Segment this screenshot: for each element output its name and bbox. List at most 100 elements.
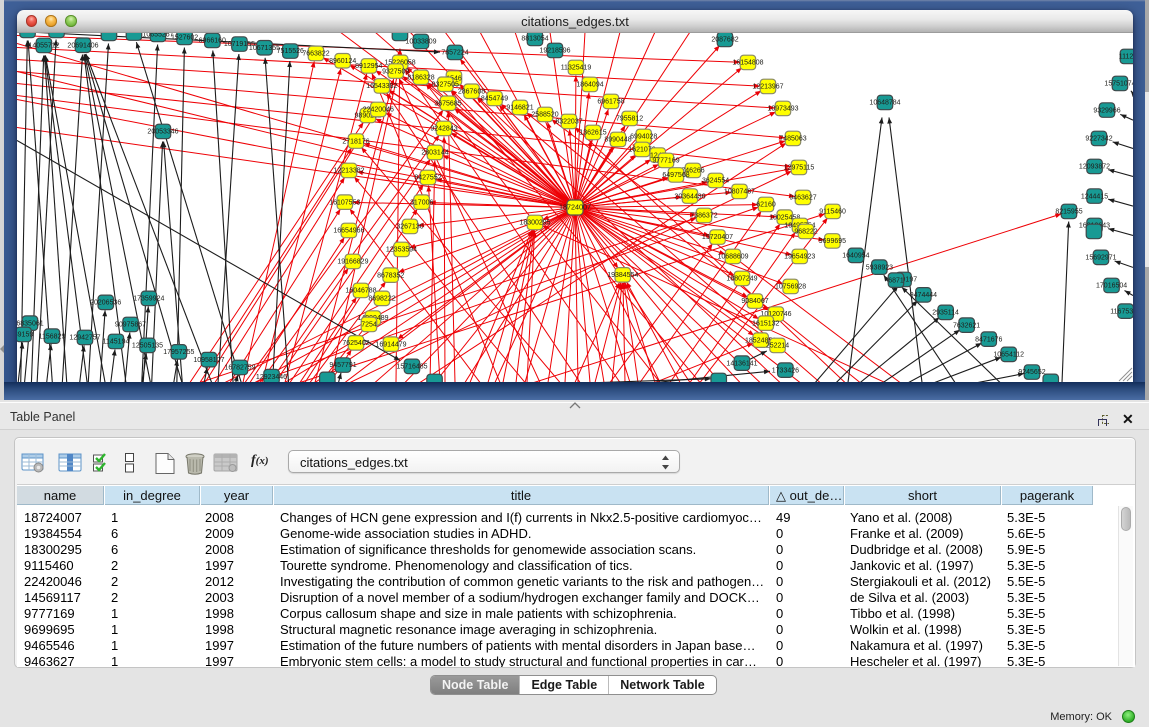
svg-text:12942757: 12942757 bbox=[69, 334, 100, 341]
svg-text:6994028: 6994028 bbox=[630, 133, 657, 140]
svg-text:2867608: 2867608 bbox=[458, 88, 485, 95]
svg-text:10756928: 10756928 bbox=[775, 283, 806, 290]
svg-text:16914479: 16914479 bbox=[375, 341, 406, 348]
svg-text:7386372: 7386372 bbox=[690, 212, 717, 219]
svg-text:9329966: 9329966 bbox=[1093, 107, 1120, 114]
svg-text:15692971: 15692971 bbox=[1085, 254, 1116, 261]
svg-text:17359924: 17359924 bbox=[133, 295, 164, 302]
svg-text:10033809: 10033809 bbox=[405, 38, 436, 45]
svg-text:3675685: 3675685 bbox=[434, 100, 461, 107]
svg-text:5938923: 5938923 bbox=[866, 264, 893, 271]
svg-text:10807487: 10807487 bbox=[724, 188, 755, 195]
svg-text:16107553: 16107553 bbox=[329, 199, 360, 206]
svg-text:18300295: 18300295 bbox=[519, 219, 550, 226]
svg-text:9084067: 9084067 bbox=[741, 298, 768, 305]
svg-text:7515526: 7515526 bbox=[277, 48, 304, 55]
svg-text:9227342: 9227342 bbox=[1085, 135, 1112, 142]
svg-text:8454749: 8454749 bbox=[481, 95, 508, 102]
svg-text:8912954: 8912954 bbox=[355, 63, 382, 70]
svg-text:9146821: 9146821 bbox=[506, 104, 533, 111]
svg-text:11325419: 11325419 bbox=[561, 64, 592, 71]
svg-text:12353594: 12353594 bbox=[386, 246, 417, 253]
svg-text:10671355: 10671355 bbox=[249, 45, 280, 52]
svg-text:16782759: 16782759 bbox=[224, 364, 255, 371]
svg-text:3624554: 3624554 bbox=[702, 177, 729, 184]
svg-text:1864094: 1864094 bbox=[576, 81, 603, 88]
svg-text:62160: 62160 bbox=[756, 201, 776, 208]
svg-text:8990448: 8990448 bbox=[604, 136, 631, 143]
svg-text:2935114: 2935114 bbox=[932, 309, 959, 316]
svg-text:19218596: 19218596 bbox=[539, 47, 570, 54]
svg-text:1145194: 1145194 bbox=[103, 338, 130, 345]
svg-text:14136141: 14136141 bbox=[726, 360, 757, 367]
svg-text:20691406: 20691406 bbox=[67, 42, 98, 49]
svg-text:18724007: 18724007 bbox=[559, 202, 591, 211]
svg-text:7632621: 7632621 bbox=[953, 322, 980, 329]
svg-text:10648784: 10648784 bbox=[869, 99, 900, 106]
svg-text:16543382: 16543382 bbox=[366, 83, 397, 90]
svg-text:317006: 317006 bbox=[410, 199, 433, 206]
svg-text:14055712: 14055712 bbox=[28, 42, 59, 49]
svg-text:7254: 7254 bbox=[361, 321, 377, 328]
svg-text:16654966: 16654966 bbox=[333, 227, 364, 234]
svg-text:1615132: 1615132 bbox=[752, 320, 779, 327]
svg-text:8960124: 8960124 bbox=[329, 57, 356, 64]
svg-text:19166829: 19166829 bbox=[337, 258, 368, 265]
svg-text:8678352: 8678352 bbox=[377, 272, 404, 279]
svg-text:90975867: 90975867 bbox=[115, 321, 146, 328]
svg-text:10958107: 10958107 bbox=[193, 356, 224, 363]
svg-text:8427552: 8427552 bbox=[414, 174, 441, 181]
svg-text:3267130: 3267130 bbox=[396, 223, 423, 230]
svg-text:15716485: 15716485 bbox=[396, 363, 427, 370]
svg-text:10655267: 10655267 bbox=[142, 32, 173, 39]
svg-text:968222: 968222 bbox=[794, 228, 817, 235]
svg-text:12505135: 12505135 bbox=[132, 342, 163, 349]
svg-text:12093872: 12093872 bbox=[1079, 163, 1110, 170]
svg-text:252214: 252214 bbox=[766, 342, 789, 349]
svg-text:2718176: 2718176 bbox=[342, 138, 369, 145]
svg-text:7955812: 7955812 bbox=[616, 115, 643, 122]
svg-text:8186328: 8186328 bbox=[407, 74, 434, 81]
svg-text:7625402: 7625402 bbox=[342, 340, 369, 347]
svg-text:9699695: 9699695 bbox=[819, 238, 846, 245]
svg-text:1733426: 1733426 bbox=[772, 367, 799, 374]
svg-text:2803144: 2803144 bbox=[421, 149, 448, 156]
svg-text:6961758: 6961758 bbox=[597, 98, 624, 105]
svg-text:9327509: 9327509 bbox=[382, 68, 409, 75]
svg-text:9463627: 9463627 bbox=[789, 194, 816, 201]
svg-text:20206536: 20206536 bbox=[90, 299, 121, 306]
svg-text:39159: 39159 bbox=[17, 331, 33, 338]
svg-text:20364436: 20364436 bbox=[674, 193, 705, 200]
svg-text:7485063: 7485063 bbox=[779, 135, 806, 142]
svg-text:17957255: 17957255 bbox=[163, 349, 194, 356]
svg-text:8471676: 8471676 bbox=[975, 336, 1002, 343]
svg-text:12975115: 12975115 bbox=[784, 164, 815, 171]
svg-text:6497568: 6497568 bbox=[662, 172, 689, 179]
svg-text:9245652: 9245652 bbox=[1018, 369, 1045, 376]
svg-text:8322037: 8322037 bbox=[555, 118, 582, 125]
svg-text:6871: 6871 bbox=[888, 277, 904, 284]
svg-text:19654923: 19654923 bbox=[784, 253, 815, 260]
svg-text:1156829: 1156829 bbox=[39, 333, 66, 340]
svg-text:9777169: 9777169 bbox=[652, 157, 679, 164]
svg-text:15751074: 15751074 bbox=[1104, 80, 1133, 87]
svg-text:2588520: 2588520 bbox=[531, 111, 558, 118]
svg-text:1640954: 1640954 bbox=[842, 252, 869, 259]
svg-text:1527602: 1527602 bbox=[171, 34, 198, 41]
svg-text:11123: 11123 bbox=[1119, 53, 1133, 60]
svg-text:17016504: 17016504 bbox=[1096, 282, 1127, 289]
svg-text:6966160: 6966160 bbox=[199, 37, 226, 44]
svg-text:16046788: 16046788 bbox=[345, 287, 376, 294]
svg-text:8215955: 8215955 bbox=[1055, 208, 1082, 215]
svg-text:9474444: 9474444 bbox=[910, 292, 937, 299]
svg-text:6835061: 6835061 bbox=[17, 320, 44, 327]
svg-text:9457791: 9457791 bbox=[329, 362, 356, 369]
svg-text:18807249: 18807249 bbox=[726, 275, 757, 282]
svg-text:9327505: 9327505 bbox=[432, 81, 459, 88]
svg-text:10654112: 10654112 bbox=[993, 351, 1024, 358]
svg-text:10688609: 10688609 bbox=[717, 253, 748, 260]
svg-text:9242843: 9242843 bbox=[430, 125, 457, 132]
svg-text:8813054: 8813054 bbox=[521, 35, 548, 42]
svg-text:11675337: 11675337 bbox=[1110, 308, 1133, 315]
svg-text:22420046: 22420046 bbox=[363, 106, 394, 113]
